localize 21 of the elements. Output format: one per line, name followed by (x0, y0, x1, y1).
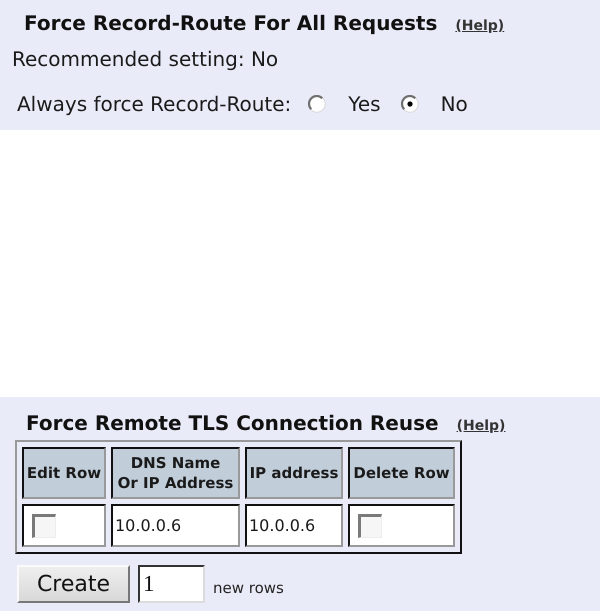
setting-label: Always force Record-Route: (17, 92, 292, 116)
section-title: Force Remote TLS Connection Reuse (26, 411, 439, 435)
table-cell: 10.0.0.6 (245, 504, 343, 547)
section-title: Force Record-Route For All Requests (24, 11, 438, 35)
checkbox[interactable] (32, 514, 56, 538)
column-header: Edit Row (22, 447, 106, 499)
column-header: Delete Row (348, 447, 455, 499)
row-count-field[interactable]: 1 (138, 565, 205, 603)
create-button[interactable]: Create (17, 565, 130, 603)
new-rows-label: new rows (213, 579, 284, 597)
checkbox[interactable] (358, 514, 382, 538)
help-link[interactable]: (Help) (455, 18, 504, 34)
column-header: IP address (245, 447, 343, 499)
recommended-setting-text: Recommended setting: No (12, 47, 278, 71)
option-label[interactable]: No (440, 92, 468, 116)
table-cell: 10.0.0.6 (111, 504, 240, 547)
option-label[interactable]: Yes (348, 92, 381, 116)
help-link[interactable]: (Help) (456, 418, 506, 434)
column-header: DNS Name Or IP Address (111, 447, 240, 499)
radio-button[interactable] (308, 95, 326, 113)
radio-button[interactable] (400, 95, 419, 113)
